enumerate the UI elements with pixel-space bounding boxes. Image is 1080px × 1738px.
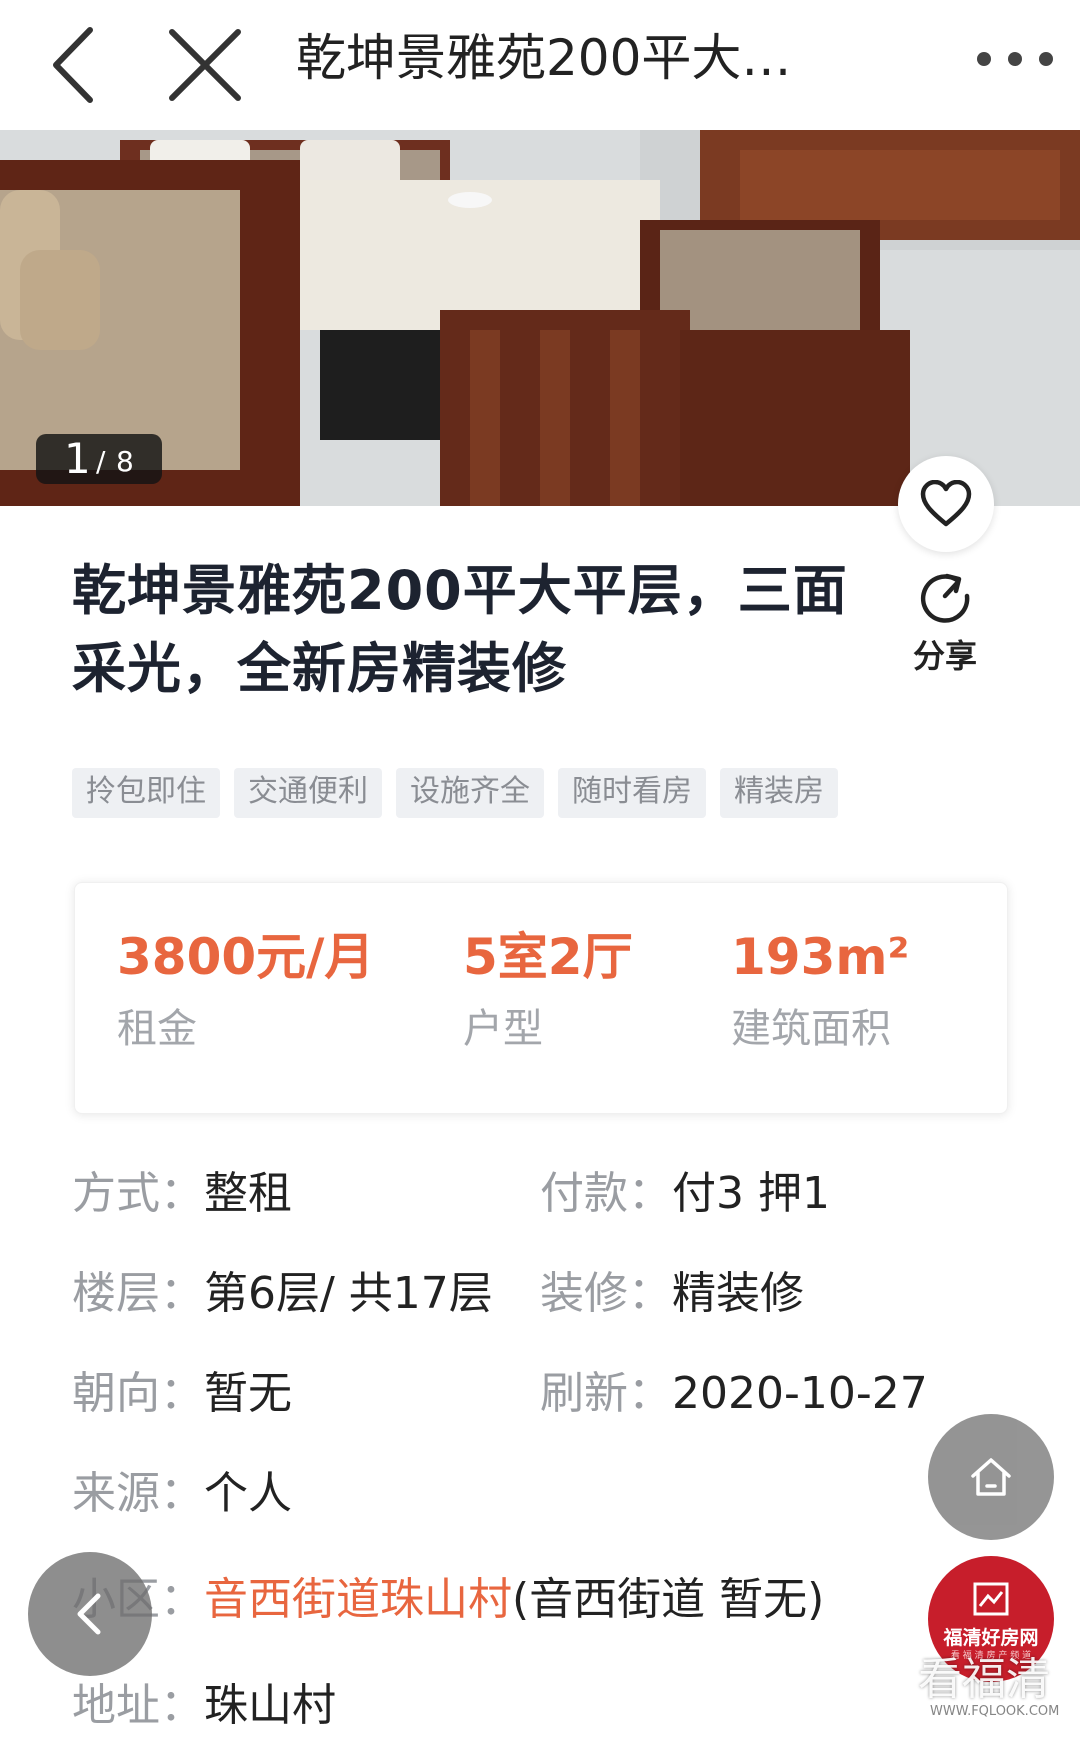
community-link[interactable]: 音西街道珠山村 <box>204 1574 512 1625</box>
detail-key: 朝向： <box>72 1368 204 1419</box>
listing-title: 乾坤景雅苑200平大平层，三面 采光，全新房精装修 <box>72 552 872 708</box>
listing-title-line-2: 采光，全新房精装修 <box>72 637 567 700</box>
listing-title-line-1: 乾坤景雅苑200平大平层，三面 <box>72 559 848 622</box>
feature-tags: 拎包即住 交通便利 设施齐全 随时看房 精装房 <box>72 768 838 818</box>
detail-value: 2020-10-27 <box>672 1368 928 1419</box>
image-counter-total: 8 <box>116 445 134 478</box>
share-button[interactable]: 分享 <box>900 568 990 676</box>
more-button[interactable] <box>970 42 1060 76</box>
detail-mode: 方式：整租 <box>72 1166 292 1222</box>
detail-value: 珠山村 <box>204 1680 336 1731</box>
image-counter-current: 1 <box>64 434 91 483</box>
watermark-url: WWW.FQLOOK.COM <box>930 1704 1060 1719</box>
watermark: 看福清 <box>918 1654 1050 1705</box>
rent-value: 3800元/月 <box>117 928 375 986</box>
favorite-button[interactable] <box>898 456 994 552</box>
detail-orientation: 朝向：暂无 <box>72 1366 292 1422</box>
detail-community: 小区：音西街道珠山村(音西街道 暂无) <box>72 1572 824 1628</box>
share-icon <box>920 573 970 623</box>
image-counter: 1 / 8 <box>36 434 162 484</box>
back-button[interactable] <box>28 20 118 110</box>
top-bar: 乾坤景雅苑200平大… <box>0 0 1080 130</box>
rent-metric: 3800元/月 租金 <box>117 927 374 1055</box>
tag: 设施齐全 <box>396 768 544 818</box>
layout-label: 户型 <box>463 1006 543 1052</box>
heart-icon <box>920 480 972 527</box>
tag: 交通便利 <box>234 768 382 818</box>
image-counter-separator: / <box>96 445 106 478</box>
detail-key: 方式： <box>72 1168 204 1219</box>
detail-payment: 付款：付3 押1 <box>540 1166 830 1222</box>
area-label: 建筑面积 <box>731 1006 891 1052</box>
detail-floor: 楼层：第6层/ 共17层 <box>72 1266 493 1322</box>
detail-decoration: 装修：精装修 <box>540 1266 804 1322</box>
detail-key: 装修： <box>540 1268 672 1319</box>
detail-value: 个人 <box>204 1468 292 1519</box>
page-title: 乾坤景雅苑200平大… <box>296 29 792 87</box>
detail-value: 精装修 <box>672 1268 804 1319</box>
layout-value: 5室2厅 <box>463 928 633 986</box>
living-room-image <box>0 130 1080 506</box>
detail-value: 付3 押1 <box>672 1168 830 1219</box>
home-icon <box>971 1458 1011 1496</box>
detail-key: 付款： <box>540 1168 672 1219</box>
detail-key: 楼层： <box>72 1268 204 1319</box>
tag: 精装房 <box>720 768 838 818</box>
detail-key: 刷新： <box>540 1368 672 1419</box>
close-icon <box>169 29 241 101</box>
detail-key: 地址： <box>72 1680 204 1731</box>
listing-photo[interactable] <box>0 130 1080 506</box>
detail-address: 地址：珠山村 <box>72 1678 336 1734</box>
area-value: 193m² <box>731 928 910 986</box>
chevron-left-icon <box>77 1593 101 1635</box>
detail-value: 暂无 <box>204 1368 292 1419</box>
more-dots-icon <box>977 52 1053 66</box>
home-button[interactable] <box>928 1414 1054 1540</box>
tag: 拎包即住 <box>72 768 220 818</box>
detail-refresh: 刷新：2020-10-27 <box>540 1366 928 1422</box>
detail-source: 来源：个人 <box>72 1466 292 1522</box>
area-metric: 193m² 建筑面积 <box>731 927 909 1055</box>
layout-metric: 5室2厅 户型 <box>463 927 633 1055</box>
chevron-left-icon <box>53 27 93 103</box>
detail-value: 第6层/ 共17层 <box>204 1268 493 1319</box>
detail-value: (音西街道 暂无) <box>512 1574 825 1625</box>
house-logo-icon <box>973 1582 1009 1616</box>
detail-key: 来源： <box>72 1468 204 1519</box>
logo-text: 福清好房网 <box>943 1627 1039 1649</box>
close-button[interactable] <box>160 20 250 110</box>
floating-back-button[interactable] <box>28 1552 152 1676</box>
rent-label: 租金 <box>117 1006 197 1052</box>
tag: 随时看房 <box>558 768 706 818</box>
share-label: 分享 <box>912 637 977 675</box>
detail-value: 整租 <box>204 1168 292 1219</box>
key-info-card: 3800元/月 租金 5室2厅 户型 193m² 建筑面积 <box>74 882 1008 1114</box>
